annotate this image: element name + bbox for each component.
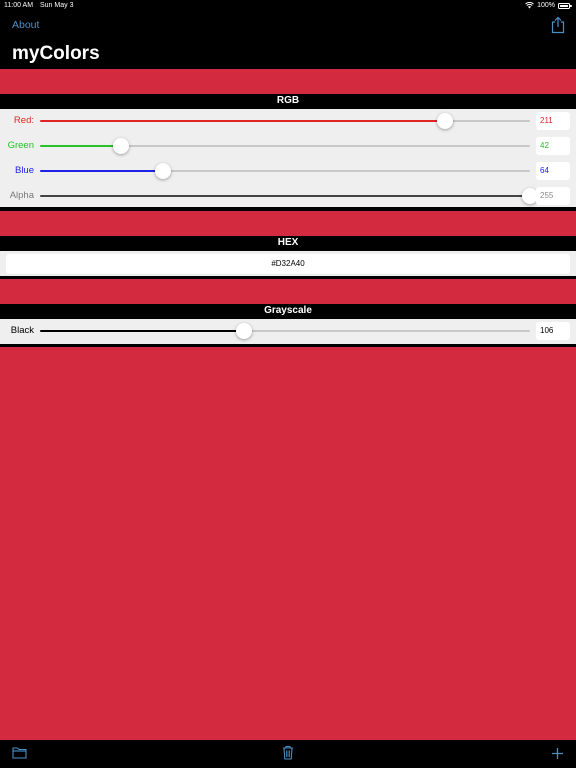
blue-slider-thumb[interactable] xyxy=(154,163,171,179)
red-label: Red: xyxy=(13,115,34,126)
black-slider-track[interactable] xyxy=(40,323,530,339)
green-label: Green xyxy=(7,140,34,151)
blue-slider-track[interactable] xyxy=(40,163,530,179)
app-screen: 11:00 AM Sun May 3 100% About myColors R… xyxy=(0,0,576,768)
red-slider-thumb[interactable] xyxy=(437,113,454,129)
black-label: Black xyxy=(10,325,34,336)
blue-row: Blue 64 xyxy=(0,160,576,182)
status-time: 11:00 AM xyxy=(4,2,34,9)
bottom-toolbar xyxy=(0,740,576,768)
wifi-icon xyxy=(525,2,534,9)
color-swatch-middle xyxy=(0,211,576,236)
red-value-field[interactable]: 211 xyxy=(536,112,570,130)
hex-value-field[interactable]: #D32A40 xyxy=(6,254,570,274)
red-slider-track[interactable] xyxy=(40,113,530,129)
color-preview-large xyxy=(0,347,576,740)
green-slider-track[interactable] xyxy=(40,138,530,154)
rgb-panel: Red: 211 Green 42 Blue 64 Alpha 255 xyxy=(0,109,576,207)
red-row: Red: 211 xyxy=(0,110,576,132)
share-icon[interactable] xyxy=(550,16,566,34)
grayscale-panel: Black 106 xyxy=(0,319,576,344)
rgb-header: RGB xyxy=(0,94,576,108)
black-row: Black 106 xyxy=(0,320,576,342)
green-row: Green 42 xyxy=(0,135,576,157)
about-button[interactable]: About xyxy=(12,19,39,31)
blue-value-field[interactable]: 64 xyxy=(536,162,570,180)
status-right: 100% xyxy=(525,2,572,9)
alpha-slider-track[interactable] xyxy=(40,188,538,204)
alpha-slider-fill xyxy=(40,195,530,197)
alpha-value-field[interactable]: 255 xyxy=(536,187,570,205)
battery-percent: 100% xyxy=(537,2,555,9)
color-swatch-top xyxy=(0,69,576,94)
blue-label: Blue xyxy=(14,165,34,176)
plus-icon[interactable] xyxy=(551,747,564,760)
page-title: myColors xyxy=(12,43,100,64)
color-swatch-lower xyxy=(0,279,576,304)
alpha-label: Alpha xyxy=(9,190,34,201)
blue-slider-fill xyxy=(40,170,163,172)
green-value-field[interactable]: 42 xyxy=(536,137,570,155)
grayscale-header: Grayscale xyxy=(0,304,576,318)
battery-icon xyxy=(558,2,572,9)
black-slider-fill xyxy=(40,330,244,332)
red-slider-fill xyxy=(40,120,446,122)
status-date: Sun May 3 xyxy=(40,2,74,9)
alpha-row: Alpha 255 xyxy=(0,185,576,207)
trash-icon[interactable] xyxy=(282,745,294,760)
green-slider-thumb[interactable] xyxy=(112,138,129,154)
status-bar: 11:00 AM Sun May 3 100% xyxy=(0,0,576,12)
black-value-field[interactable]: 106 xyxy=(536,322,570,340)
black-slider-thumb[interactable] xyxy=(235,323,252,339)
green-slider-fill xyxy=(40,145,121,147)
hex-header: HEX xyxy=(0,236,576,250)
folder-icon[interactable] xyxy=(12,746,27,759)
